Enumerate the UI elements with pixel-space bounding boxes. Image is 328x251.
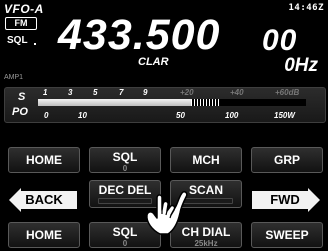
s-scale-tick: +60dB	[275, 88, 300, 97]
back-key-label: BACK	[25, 192, 63, 207]
vfo-label: VFO-A	[4, 2, 44, 16]
clar-label: CLAR	[138, 56, 169, 68]
s-scale-tick: +40	[230, 88, 244, 97]
home-key-2-label: HOME	[26, 228, 62, 242]
frequency-main[interactable]: 433.500	[58, 12, 220, 58]
sweep-key[interactable]: SWEEP	[251, 222, 323, 248]
amp-label: AMP1	[4, 74, 24, 81]
meter-bar	[38, 99, 306, 106]
po-scale-tick: 100	[225, 111, 239, 120]
s-scale-tick: 7	[119, 88, 124, 97]
s-meter-label: S	[18, 91, 26, 103]
fwd-key-label: FWD	[270, 192, 300, 207]
back-key[interactable]: BACK	[9, 188, 79, 212]
frequency-fine[interactable]: 00	[262, 24, 297, 58]
sql-key[interactable]: SQL 0	[89, 147, 161, 173]
po-scale-tick: 150W	[274, 111, 295, 120]
s-scale-tick: 9	[143, 88, 148, 97]
ch-dial-step: 25kHz	[194, 239, 218, 248]
sql-indicator: SQL	[7, 35, 28, 46]
mch-key-label: MCH	[192, 153, 220, 167]
po-scale-tick: 50	[176, 111, 185, 120]
pointing-hand-icon	[146, 191, 188, 235]
utc-clock: 14:46Z	[288, 3, 324, 13]
clar-offset: 0Hz	[284, 55, 318, 76]
sql-key-2-value: 0	[122, 239, 128, 248]
po-scale-tick: 10	[78, 111, 87, 120]
sql-dot	[34, 43, 36, 45]
mode-badge[interactable]: FM	[5, 17, 37, 30]
s-scale-tick: +20	[180, 88, 194, 97]
home-key-label: HOME	[26, 153, 62, 167]
s-scale-tick: 1	[43, 88, 48, 97]
home-key-2[interactable]: HOME	[8, 222, 80, 248]
sweep-key-label: SWEEP	[265, 228, 309, 242]
home-key[interactable]: HOME	[8, 147, 80, 173]
s-scale-tick: 3	[68, 88, 73, 97]
meter-peak-ticks	[191, 99, 219, 106]
mch-key[interactable]: MCH	[170, 147, 242, 173]
meter-bar-fill	[38, 99, 193, 106]
sql-key-value: 0	[122, 164, 128, 173]
fwd-key[interactable]: FWD	[250, 188, 320, 212]
grp-key[interactable]: GRP	[251, 147, 323, 173]
s-scale-tick: 5	[93, 88, 98, 97]
grp-key-label: GRP	[273, 153, 300, 167]
po-scale-tick: 0	[44, 111, 49, 120]
po-meter-label: PO	[12, 106, 28, 118]
